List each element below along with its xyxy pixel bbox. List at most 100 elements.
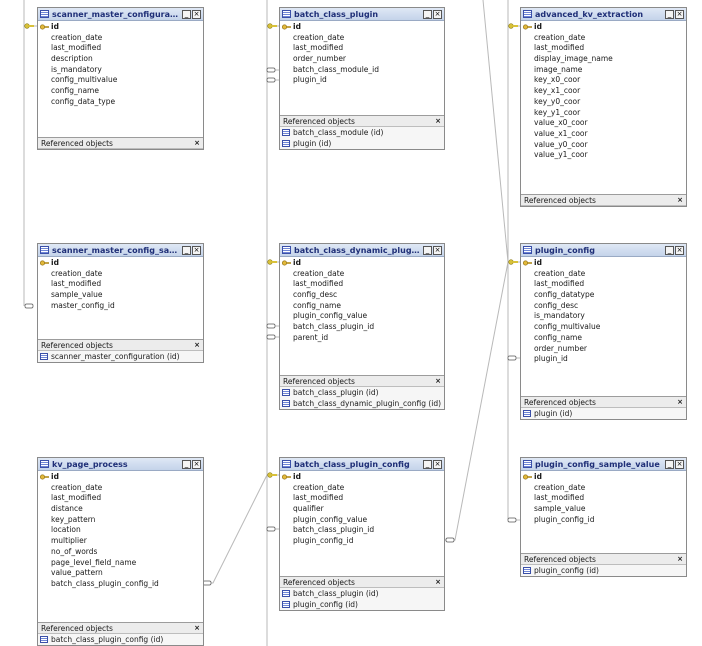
minimize-button[interactable]: _ [665, 245, 674, 255]
referenced-object-item[interactable]: plugin_config (id) [280, 599, 444, 610]
column-row[interactable]: parent_id [293, 333, 444, 344]
column-row[interactable]: plugin_config_id [293, 536, 444, 547]
table-header[interactable]: batch_class_plugin _ × [280, 8, 444, 21]
close-icon[interactable]: × [194, 139, 200, 147]
column-row[interactable]: creation_date [51, 483, 203, 494]
close-button[interactable]: × [192, 9, 201, 19]
referenced-object-item[interactable]: batch_class_module (id) [280, 127, 444, 138]
column-row[interactable]: distance [51, 504, 203, 515]
column-row[interactable]: batch_class_plugin_id [293, 322, 444, 333]
table-header[interactable]: scanner_master_configuration _ × [38, 8, 203, 21]
minimize-button[interactable]: _ [423, 245, 432, 255]
close-icon[interactable]: × [677, 196, 683, 204]
primary-key-column[interactable]: id [282, 258, 444, 269]
close-button[interactable]: × [433, 245, 442, 255]
referenced-object-item[interactable]: plugin_config (id) [521, 565, 686, 576]
column-row[interactable]: key_x0_coor [534, 75, 686, 86]
column-row[interactable]: plugin_id [293, 75, 444, 86]
primary-key-column[interactable]: id [523, 258, 686, 269]
column-row[interactable]: last_modified [293, 43, 444, 54]
table-t9[interactable]: plugin_config_sample_value _ × id creation_d… [520, 457, 687, 577]
column-row[interactable]: value_x0_coor [534, 118, 686, 129]
minimize-button[interactable]: _ [182, 245, 191, 255]
column-row[interactable]: value_y0_coor [534, 140, 686, 151]
column-row[interactable]: batch_class_module_id [293, 65, 444, 76]
column-row[interactable]: batch_class_plugin_id [293, 525, 444, 536]
referenced-object-item[interactable]: plugin (id) [280, 138, 444, 149]
close-icon[interactable]: × [677, 555, 683, 563]
table-t3[interactable]: advanced_kv_extraction _ × id creation_date l… [520, 7, 687, 207]
close-icon[interactable]: × [435, 117, 441, 125]
minimize-button[interactable]: _ [665, 9, 674, 19]
primary-key-column[interactable]: id [523, 472, 686, 483]
column-row[interactable]: creation_date [534, 483, 686, 494]
column-row[interactable]: config_multivalue [51, 75, 203, 86]
column-row[interactable]: last_modified [51, 279, 203, 290]
column-row[interactable]: qualifier [293, 504, 444, 515]
column-row[interactable]: config_multivalue [534, 322, 686, 333]
minimize-button[interactable]: _ [423, 459, 432, 469]
column-row[interactable]: no_of_words [51, 547, 203, 558]
close-button[interactable]: × [675, 459, 684, 469]
column-row[interactable]: last_modified [534, 43, 686, 54]
column-row[interactable]: sample_value [534, 504, 686, 515]
table-t4[interactable]: scanner_master_config_sampl... _ × id creati… [37, 243, 204, 363]
table-header[interactable]: batch_class_plugin_config _ × [280, 458, 444, 471]
column-row[interactable]: page_level_field_name [51, 558, 203, 569]
column-row[interactable]: config_datatype [534, 290, 686, 301]
column-row[interactable]: key_pattern [51, 515, 203, 526]
primary-key-column[interactable]: id [523, 22, 686, 33]
table-header[interactable]: scanner_master_config_sampl... _ × [38, 244, 203, 257]
column-row[interactable]: config_name [51, 86, 203, 97]
column-row[interactable]: creation_date [293, 483, 444, 494]
column-row[interactable]: config_name [293, 301, 444, 312]
referenced-object-item[interactable]: batch_class_plugin (id) [280, 387, 444, 398]
column-row[interactable]: creation_date [534, 33, 686, 44]
referenced-object-item[interactable]: plugin (id) [521, 408, 686, 419]
table-header[interactable]: batch_class_dynamic_plugin_c..._× [280, 244, 444, 257]
column-row[interactable]: creation_date [293, 269, 444, 280]
column-row[interactable]: config_name [534, 333, 686, 344]
column-row[interactable]: display_image_name [534, 54, 686, 65]
close-button[interactable]: × [192, 459, 201, 469]
column-row[interactable]: batch_class_plugin_config_id [51, 579, 203, 590]
column-row[interactable]: sample_value [51, 290, 203, 301]
column-row[interactable]: last_modified [534, 493, 686, 504]
column-row[interactable]: master_config_id [51, 301, 203, 312]
referenced-object-item[interactable]: batch_class_plugin_config (id) [38, 634, 203, 645]
close-button[interactable]: × [675, 9, 684, 19]
primary-key-column[interactable]: id [40, 258, 203, 269]
table-header[interactable]: advanced_kv_extraction _ × [521, 8, 686, 21]
primary-key-column[interactable]: id [40, 22, 203, 33]
column-row[interactable]: config_data_type [51, 97, 203, 108]
close-button[interactable]: × [433, 9, 442, 19]
minimize-button[interactable]: _ [182, 459, 191, 469]
table-header[interactable]: plugin_config_sample_value _ × [521, 458, 686, 471]
column-row[interactable]: is_mandatory [51, 65, 203, 76]
table-header[interactable]: kv_page_process _ × [38, 458, 203, 471]
table-t8[interactable]: batch_class_plugin_config _ × id creation_da… [279, 457, 445, 611]
close-button[interactable]: × [433, 459, 442, 469]
column-row[interactable]: key_y1_coor [534, 108, 686, 119]
close-icon[interactable]: × [677, 398, 683, 406]
column-row[interactable]: image_name [534, 65, 686, 76]
column-row[interactable]: description [51, 54, 203, 65]
column-row[interactable]: creation_date [51, 269, 203, 280]
table-t2[interactable]: batch_class_plugin _ × id creation_date last_… [279, 7, 445, 150]
table-header[interactable]: plugin_config _ × [521, 244, 686, 257]
column-row[interactable]: plugin_config_value [293, 515, 444, 526]
close-icon[interactable]: × [435, 578, 441, 586]
minimize-button[interactable]: _ [665, 459, 674, 469]
table-t7[interactable]: kv_page_process _ × id creation_date last_mod… [37, 457, 204, 646]
table-t1[interactable]: scanner_master_configuration _ × id creation… [37, 7, 204, 150]
minimize-button[interactable]: _ [182, 9, 191, 19]
column-row[interactable]: plugin_config_id [534, 515, 686, 526]
column-row[interactable]: config_desc [534, 301, 686, 312]
column-row[interactable]: creation_date [51, 33, 203, 44]
referenced-object-item[interactable]: batch_class_plugin (id) [280, 588, 444, 599]
primary-key-column[interactable]: id [40, 472, 203, 483]
referenced-object-item[interactable]: batch_class_dynamic_plugin_config (id) [280, 398, 444, 409]
column-row[interactable]: plugin_id [534, 354, 686, 365]
close-button[interactable]: × [675, 245, 684, 255]
column-row[interactable]: multiplier [51, 536, 203, 547]
